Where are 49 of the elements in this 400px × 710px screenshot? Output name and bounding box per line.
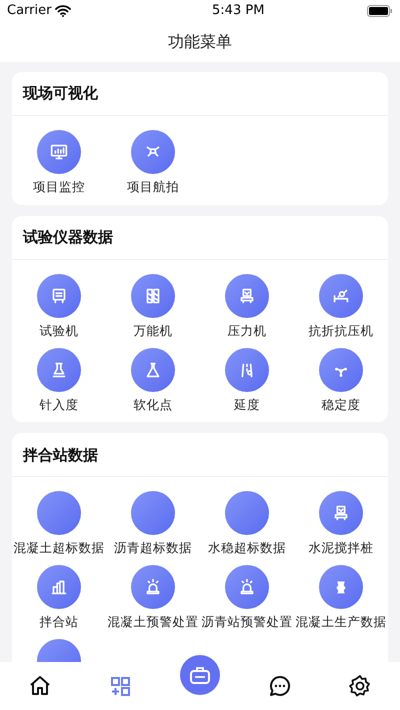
menu-label[interactable]: 稳定度: [322, 396, 360, 414]
menu-icon[interactable]: [37, 565, 81, 609]
section-title: 现场可视化: [23, 83, 98, 104]
menu-label[interactable]: 万能机: [134, 322, 172, 340]
menu-icon[interactable]: [319, 491, 363, 536]
menu-icon[interactable]: [225, 348, 269, 392]
menu-label[interactable]: 混凝土生产数据: [296, 613, 386, 632]
menu-icon[interactable]: [37, 491, 81, 536]
home-icon[interactable]: [28, 674, 52, 698]
menu-label[interactable]: 针入度: [40, 396, 78, 414]
battery-icon: [366, 5, 393, 17]
menu-label[interactable]: 项目航拍: [127, 178, 179, 197]
menu-label[interactable]: 试验机: [40, 322, 78, 340]
menu-icon[interactable]: [319, 348, 363, 392]
status-time: 5:43 PM: [212, 2, 264, 20]
menu-label[interactable]: 沥青站预警处置: [202, 613, 292, 632]
menu-icon[interactable]: [225, 565, 269, 609]
menu-label[interactable]: 水稳超标数据: [208, 539, 286, 558]
section-title: 拌合站数据: [23, 444, 98, 466]
wifi-icon: [55, 5, 72, 17]
menu-icon[interactable]: [319, 274, 363, 318]
menu-icon[interactable]: [37, 130, 81, 174]
menu-label[interactable]: 软化点: [134, 396, 172, 414]
menu-icon[interactable]: [37, 348, 81, 392]
menu-label[interactable]: 抗折抗压机: [308, 322, 374, 340]
menu-icon[interactable]: [131, 130, 175, 174]
menu-icon[interactable]: [131, 565, 175, 609]
menu-label[interactable]: 延度: [234, 396, 260, 414]
grid-icon[interactable]: [108, 674, 132, 698]
menu-icon[interactable]: [319, 565, 363, 609]
menu-icon[interactable]: [131, 274, 175, 318]
carrier-label: Carrier: [7, 2, 52, 20]
settings-icon[interactable]: [348, 674, 372, 698]
menu-icon[interactable]: [131, 348, 175, 392]
section-title: 试验仪器数据: [23, 227, 113, 248]
menu-icon[interactable]: [37, 274, 81, 318]
menu-label[interactable]: 水泥搅拌桩: [308, 539, 374, 558]
menu-icon[interactable]: [225, 491, 269, 536]
menu-label[interactable]: 压力机: [228, 322, 266, 340]
page-title: 功能菜单: [168, 31, 232, 53]
menu-label[interactable]: 混凝土预警处置: [108, 613, 198, 632]
menu-icon[interactable]: [131, 491, 175, 536]
menu-icon[interactable]: [225, 274, 269, 318]
menu-label[interactable]: 拌合站: [40, 613, 78, 632]
menu-label[interactable]: 项目监控: [33, 178, 85, 197]
toolbox-button[interactable]: [180, 655, 220, 695]
chat-icon[interactable]: [268, 674, 292, 698]
menu-label[interactable]: 混凝土超标数据: [14, 539, 104, 558]
menu-label[interactable]: 沥青超标数据: [114, 539, 192, 558]
